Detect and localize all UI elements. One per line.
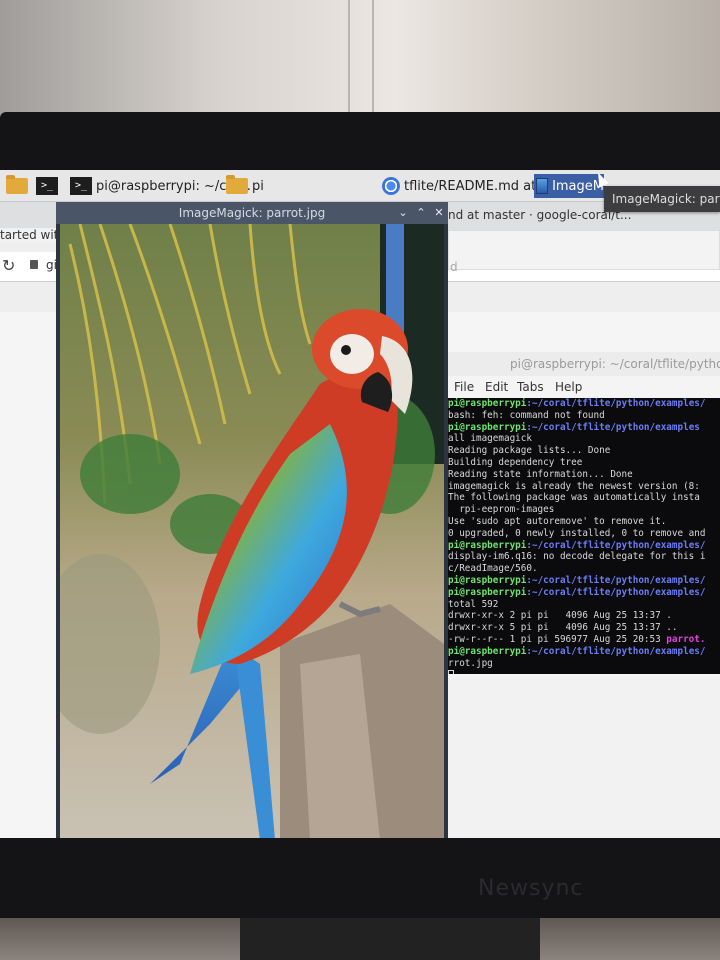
taskbar-tooltip: ImageMagick: parrot	[604, 186, 720, 212]
close-icon[interactable]: ✕	[432, 205, 446, 221]
terminal-line: bash: feh: command not found	[448, 409, 605, 421]
taskbar-window-terminal[interactable]: >_ pi@raspberrypi: ~/cor...	[70, 174, 251, 198]
terminal-line: imagemagick is already the newest versio…	[448, 480, 700, 492]
prompt-path: :~/coral/tflite/python/examples/	[526, 586, 706, 598]
terminal-line: Use 'sudo apt autoremove' to remove it.	[448, 515, 667, 527]
menu-tabs[interactable]: Tabs	[517, 376, 544, 398]
prompt-path: :~/coral/tflite/python/examples/	[526, 574, 706, 586]
terminal-menubar: File Edit Tabs Help	[444, 376, 720, 398]
prompt-path: :~/coral/tflite/python/examples/	[526, 539, 706, 551]
folder-icon	[6, 175, 28, 194]
parrot-illustration	[60, 224, 444, 838]
lock-icon	[30, 260, 38, 269]
terminal-icon: >_	[70, 177, 92, 195]
terminal-window[interactable]: pi@raspberrypi: ~/coral/tflite/python/e …	[444, 352, 720, 674]
menu-edit[interactable]: Edit	[485, 376, 508, 398]
terminal-line: rpi-eeprom-images	[448, 504, 555, 516]
menu-help[interactable]: Help	[555, 376, 582, 398]
terminal-line: -rw-r--r-- 1 pi pi 596977 Aug 25 20:53	[448, 633, 667, 645]
page-search-field[interactable]	[448, 230, 720, 270]
taskbar-window-file-manager[interactable]: pi	[226, 174, 264, 198]
taskbar-window-browser[interactable]: tflite/README.md at ...	[382, 174, 553, 198]
terminal-line: display-im6.q16: no decode delegate for …	[448, 551, 706, 563]
desktop-area	[448, 678, 720, 838]
prompt-user: pi@raspberrypi	[448, 539, 527, 551]
terminal-line: drwxr-xr-x 2 pi pi 4096 Aug 25 13:37 .	[448, 610, 672, 622]
monitor-stand	[240, 918, 540, 960]
reload-icon[interactable]: ↻	[2, 256, 15, 275]
taskbar-window-imagemagick[interactable]: ImageM	[534, 174, 604, 198]
terminal-line: total 592	[448, 598, 499, 610]
page-gray-text: d	[450, 260, 458, 274]
terminal-line: Building dependency tree	[448, 456, 583, 468]
terminal-line: 0 upgraded, 0 newly installed, 0 to remo…	[448, 527, 706, 539]
folder-icon	[226, 175, 248, 194]
chrome-icon	[382, 177, 400, 195]
terminal-line: c/ReadImage/560.	[448, 563, 538, 575]
prompt-path: :~/coral/tflite/python/examples/	[526, 398, 706, 409]
terminal-line: Reading state information... Done	[448, 468, 633, 480]
terminal-line: all imagemagick	[448, 433, 532, 445]
terminal-line: Reading package lists... Done	[448, 445, 611, 457]
screen: >_ >_ pi@raspberrypi: ~/cor... pi tflite…	[0, 170, 720, 838]
menu-file[interactable]: File	[454, 376, 474, 398]
prompt-path: :~/coral/tflite/python/examples	[526, 421, 700, 433]
taskbar-terminal-launcher[interactable]: >_	[36, 174, 58, 198]
terminal-line: rrot.jpg	[448, 657, 493, 669]
terminal-line: The following package was automatically …	[448, 492, 700, 504]
terminal-line: drwxr-xr-x 5 pi pi 4096 Aug 25 13:37 ..	[448, 622, 678, 634]
prompt-user: pi@raspberrypi	[448, 586, 527, 598]
window-titlebar[interactable]: ImageMagick: parrot.jpg ⌄ ⌃ ✕	[56, 202, 448, 224]
terminal-icon: >_	[36, 177, 58, 195]
minimize-icon[interactable]: ⌄	[396, 205, 410, 221]
terminal-title: pi@raspberrypi: ~/coral/tflite/python/e	[444, 352, 720, 376]
prompt-user: pi@raspberrypi	[448, 574, 527, 586]
parrot-photo	[60, 224, 444, 838]
window-title: ImageMagick: parrot.jpg	[178, 206, 326, 220]
image-icon	[536, 178, 549, 194]
terminal-filename: parrot.	[666, 633, 706, 645]
taskbar-window-label: tflite/README.md at ...	[404, 178, 553, 194]
monitor-brand: Newsync	[478, 876, 584, 901]
prompt-user: pi@raspberrypi	[448, 645, 527, 657]
terminal-cursor	[448, 669, 454, 674]
room-wall	[0, 0, 720, 125]
wall-trim	[348, 0, 350, 112]
maximize-icon[interactable]: ⌃	[414, 205, 428, 221]
terminal-output[interactable]: pi@raspberrypi:~/coral/tflite/python/exa…	[446, 398, 720, 674]
prompt-user: pi@raspberrypi	[448, 398, 527, 409]
wall-trim	[372, 0, 374, 112]
taskbar-window-label: pi	[252, 178, 264, 194]
taskbar-file-manager-launcher[interactable]	[6, 174, 28, 198]
imagemagick-window[interactable]: ImageMagick: parrot.jpg ⌄ ⌃ ✕	[56, 202, 448, 838]
prompt-path: :~/coral/tflite/python/examples/	[526, 645, 706, 657]
prompt-user: pi@raspberrypi	[448, 421, 527, 433]
